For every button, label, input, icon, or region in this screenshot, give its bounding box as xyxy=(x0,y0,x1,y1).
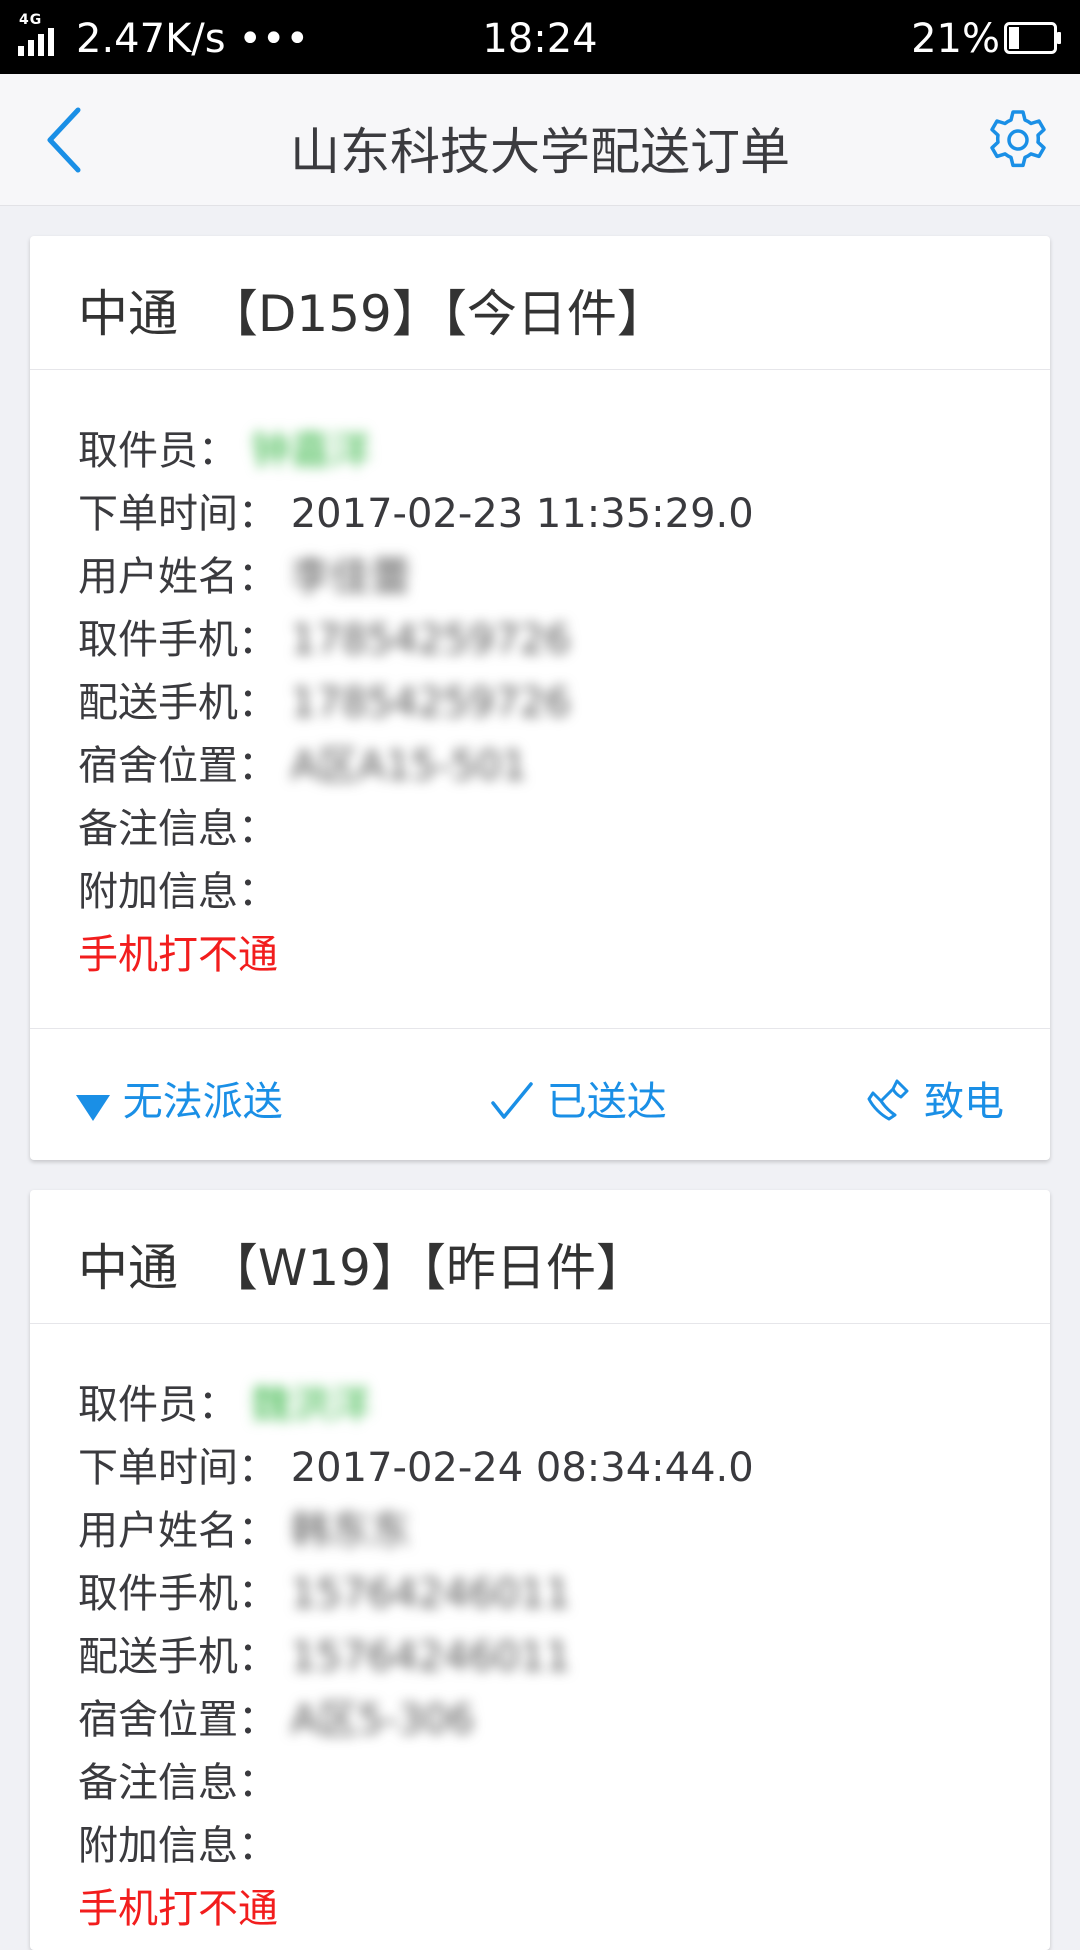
order-code: 【D159】 xyxy=(207,285,442,343)
order-time-label: 下单时间： xyxy=(78,1445,278,1491)
picker-label: 取件员： xyxy=(78,1382,238,1428)
picker-label: 取件员： xyxy=(78,428,238,474)
delivery-phone-row: 配送手机： 17854259726 xyxy=(78,670,1002,733)
delivered-label: 已送达 xyxy=(546,1079,667,1125)
user-name-value: 李佳蕾 xyxy=(290,554,411,600)
picker-value: 魏洪洋 xyxy=(250,1382,371,1428)
order-time-row: 下单时间： 2017-02-23 11:35:29.0 xyxy=(78,481,1002,544)
carrier-name: 中通 xyxy=(78,285,178,343)
dorm-row: 宿舍位置： A区A15-501 xyxy=(78,733,1002,796)
extra-label: 附加信息： xyxy=(78,1823,278,1869)
app-header: 山东科技大学配送订单 xyxy=(0,74,1080,206)
dorm-value: A区5-306 xyxy=(290,1697,475,1743)
extra-label: 附加信息： xyxy=(78,869,278,915)
gear-icon[interactable] xyxy=(986,108,1050,172)
remark-row: 备注信息： xyxy=(78,1750,1002,1813)
user-name-row: 用户姓名： 李佳蕾 xyxy=(78,544,1002,607)
undeliverable-button[interactable]: 无法派送 xyxy=(76,1069,283,1127)
user-name-row: 用户姓名： 韩东东 xyxy=(78,1498,1002,1561)
call-label: 致电 xyxy=(924,1079,1004,1125)
battery-icon xyxy=(1004,22,1061,54)
delivery-phone-label: 配送手机： xyxy=(78,1634,278,1680)
undeliverable-label: 无法派送 xyxy=(122,1079,283,1125)
order-card: 中通 【D159】【今日件】 取件员： 钟嘉洋 下单时间： 2017-02-23… xyxy=(30,236,1050,1160)
remark-label: 备注信息： xyxy=(78,1760,278,1806)
order-card: 中通 【W19】【昨日件】 取件员： 魏洪洋 下单时间： 2017-02-24 … xyxy=(30,1190,1050,1950)
order-header: 中通 【W19】【昨日件】 xyxy=(30,1190,1050,1324)
user-name-label: 用户姓名： xyxy=(78,554,278,600)
carrier-name: 中通 xyxy=(78,1239,178,1297)
order-time-value: 2017-02-23 11:35:29.0 xyxy=(290,491,754,537)
pickup-phone-row: 取件手机： 15764246011 xyxy=(78,1561,1002,1624)
order-time-row: 下单时间： 2017-02-24 08:34:44.0 xyxy=(78,1435,1002,1498)
alert-text: 手机打不通 xyxy=(78,1886,278,1932)
remark-label: 备注信息： xyxy=(78,806,278,852)
delivery-phone-row: 配送手机： 15764246011 xyxy=(78,1624,1002,1687)
order-time-label: 下单时间： xyxy=(78,491,278,537)
order-code: 【W19】 xyxy=(207,1239,421,1297)
delivery-phone-value: 15764246011 xyxy=(290,1634,571,1680)
order-day-tag: 【昨日件】 xyxy=(420,1239,646,1297)
call-button[interactable]: 致电 xyxy=(867,1069,1004,1127)
picker-value: 钟嘉洋 xyxy=(250,428,371,474)
user-name-value: 韩东东 xyxy=(290,1508,411,1554)
pickup-phone-label: 取件手机： xyxy=(78,1571,278,1617)
extra-row: 附加信息： xyxy=(78,1813,1002,1876)
pickup-phone-value: 17854259726 xyxy=(290,617,571,663)
phone-icon xyxy=(867,1079,909,1121)
delivery-phone-value: 17854259726 xyxy=(290,680,571,726)
extra-row: 附加信息： xyxy=(78,859,1002,922)
picker-row: 取件员： 魏洪洋 xyxy=(78,1372,1002,1435)
dorm-label: 宿舍位置： xyxy=(78,1697,278,1743)
order-day-tag: 【今日件】 xyxy=(441,285,667,343)
dorm-label: 宿舍位置： xyxy=(78,743,278,789)
remark-row: 备注信息： xyxy=(78,796,1002,859)
alert-text: 手机打不通 xyxy=(78,932,278,978)
order-time-value: 2017-02-24 08:34:44.0 xyxy=(290,1445,754,1491)
picker-row: 取件员： 钟嘉洋 xyxy=(78,418,1002,481)
order-actions: 无法派送 已送达 致电 xyxy=(30,1028,1050,1160)
pickup-phone-row: 取件手机： 17854259726 xyxy=(78,607,1002,670)
checkmark-icon xyxy=(491,1082,533,1119)
delivery-phone-label: 配送手机： xyxy=(78,680,278,726)
pickup-phone-value: 15764246011 xyxy=(290,1571,571,1617)
page-title: 山东科技大学配送订单 xyxy=(290,123,790,181)
triangle-down-icon xyxy=(76,1095,110,1121)
dorm-value: A区A15-501 xyxy=(290,743,528,789)
delivered-button[interactable]: 已送达 xyxy=(490,1069,667,1127)
battery-percent: 21% xyxy=(911,16,1000,62)
pickup-phone-label: 取件手机： xyxy=(78,617,278,663)
user-name-label: 用户姓名： xyxy=(78,1508,278,1554)
dorm-row: 宿舍位置： A区5-306 xyxy=(78,1687,1002,1750)
order-header: 中通 【D159】【今日件】 xyxy=(30,236,1050,370)
status-bar: 4G 2.47K/s ••• 18:24 21% xyxy=(0,0,1080,74)
